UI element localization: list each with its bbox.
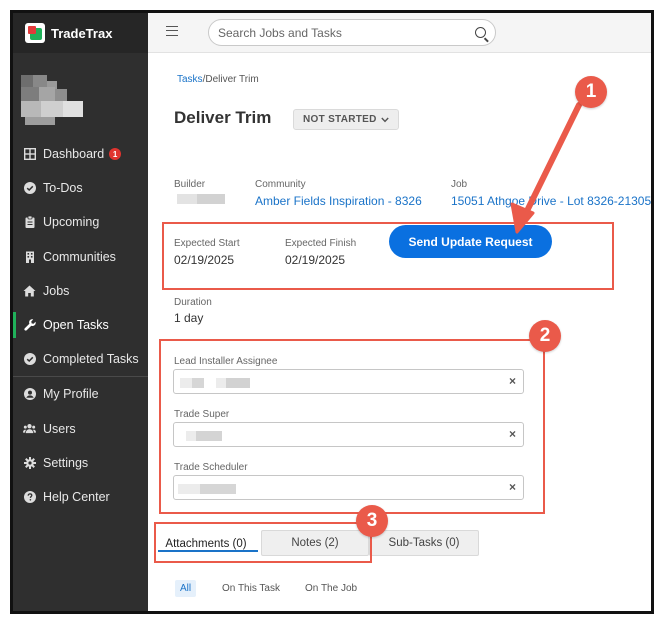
sidebar-item-label: To-Dos [43,181,83,196]
sidebar-item-label: Upcoming [43,215,100,230]
sidebar-item-label: My Profile [43,387,99,402]
sidebar-item-jobs[interactable]: Jobs [13,274,148,308]
sidebar: TradeTrax Dashboard 1 To-Dos Upcoming Co… [13,13,148,611]
hamburger-menu-icon[interactable] [166,26,178,36]
gear-icon [23,456,36,469]
sidebar-item-upcoming[interactable]: Upcoming [13,205,148,239]
clipboard-icon [23,216,36,229]
avatar[interactable] [21,75,83,125]
annotation-arrow [510,102,582,234]
home-icon [23,284,36,297]
sidebar-item-label: Completed Tasks [43,352,139,367]
sidebar-nav: Dashboard 1 To-Dos Upcoming Communities [13,137,148,514]
app-window: TradeTrax Dashboard 1 To-Dos Upcoming Co… [10,10,654,614]
user-circle-icon [23,388,36,401]
sidebar-item-help-center[interactable]: Help Center [13,480,148,514]
sidebar-item-dashboard[interactable]: Dashboard 1 [13,137,148,171]
brand[interactable]: TradeTrax [13,13,148,53]
search-input[interactable]: Search Jobs and Tasks [208,19,496,46]
brand-name: TradeTrax [51,25,113,41]
sidebar-item-label: Communities [43,249,116,264]
sidebar-item-my-profile[interactable]: My Profile [13,377,148,411]
sidebar-item-label: Settings [43,455,89,470]
sidebar-item-settings[interactable]: Settings [13,446,148,480]
sidebar-item-users[interactable]: Users [13,412,148,446]
annotation-number-3: 3 [356,505,388,537]
tradetrax-logo-icon [25,23,45,43]
sidebar-item-label: Users [43,421,76,436]
dashboard-icon [23,148,36,161]
sidebar-item-label: Jobs [43,283,70,298]
building-icon [23,250,36,263]
sidebar-item-label: Help Center [43,489,110,504]
search-placeholder: Search Jobs and Tasks [218,26,342,40]
wrench-icon [23,319,36,332]
sidebar-item-completed-tasks[interactable]: Completed Tasks [13,342,148,376]
users-icon [23,422,36,435]
task-detail: Tasks/Deliver Trim Deliver Trim NOT STAR… [148,53,651,611]
check-circle-icon [23,182,36,195]
sidebar-item-open-tasks[interactable]: Open Tasks [13,308,148,342]
sidebar-item-communities[interactable]: Communities [13,240,148,274]
sidebar-item-label: Dashboard [43,147,105,162]
question-circle-icon [23,490,36,503]
sidebar-item-to-dos[interactable]: To-Dos [13,171,148,205]
sidebar-item-label: Open Tasks [43,318,109,333]
annotation-number-1: 1 [575,76,607,108]
check-circle-icon [23,353,36,366]
top-header: Search Jobs and Tasks [148,13,651,53]
search-icon[interactable] [475,27,486,38]
notification-badge: 1 [109,148,122,161]
annotation-number-2: 2 [529,320,561,352]
